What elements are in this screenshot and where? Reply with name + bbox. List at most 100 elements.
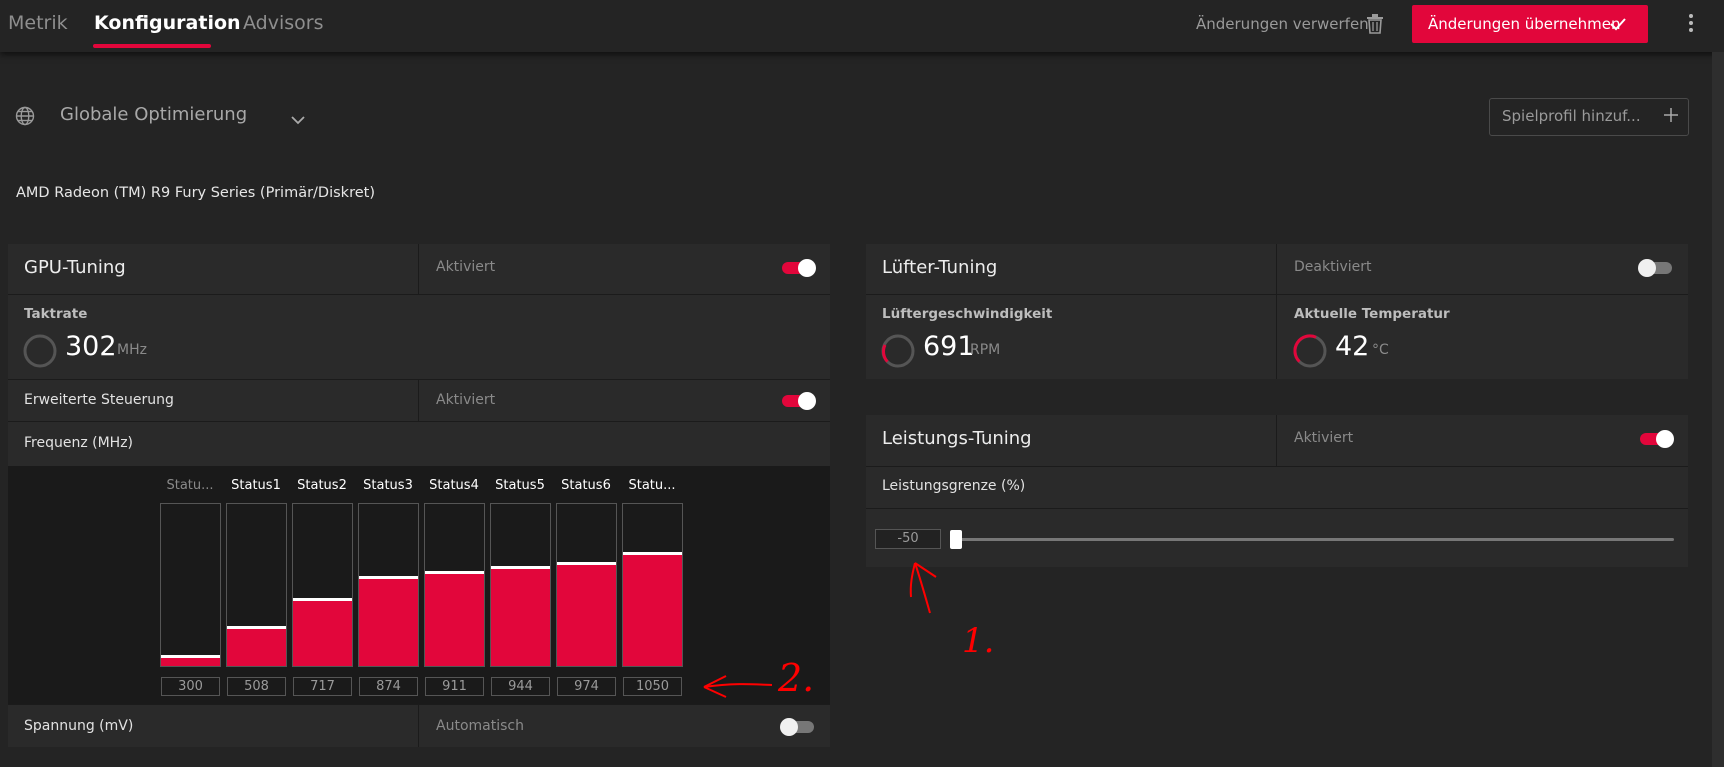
- frequency-value-input[interactable]: 1050: [623, 677, 682, 696]
- frequency-value-input[interactable]: 944: [491, 677, 550, 696]
- frequency-bar-fill: [293, 601, 352, 666]
- profile-select[interactable]: Globale Optimierung: [60, 104, 247, 125]
- frequency-bar[interactable]: [556, 503, 617, 667]
- fan-tuning-toggle[interactable]: [1638, 259, 1672, 277]
- gpu-device-name: AMD Radeon (TM) R9 Fury Series (Primär/D…: [16, 185, 375, 201]
- frequency-bar-fill: [161, 658, 220, 666]
- power-tuning-title: Leistungs-Tuning: [882, 428, 1032, 449]
- power-limit-label: Leistungsgrenze (%): [882, 478, 1026, 494]
- advanced-control-toggle[interactable]: [782, 392, 816, 410]
- state-label: Status6: [561, 478, 611, 493]
- apply-changes-button[interactable]: Änderungen übernehmen: [1412, 5, 1648, 43]
- frequency-bar-fill: [359, 579, 418, 666]
- frequency-bar[interactable]: [292, 503, 353, 667]
- advanced-control-label: Erweiterte Steuerung: [24, 392, 174, 408]
- power-tuning-toggle[interactable]: [1640, 430, 1674, 448]
- frequency-bar-handle[interactable]: [359, 576, 418, 579]
- temperature-unit: °C: [1372, 342, 1389, 358]
- power-limit-input[interactable]: -50: [875, 529, 941, 549]
- clock-rate-value: 302: [65, 331, 117, 362]
- fan-speed-unit: RPM: [970, 342, 1001, 358]
- voltage-label: Spannung (mV): [24, 718, 134, 734]
- frequency-label: Frequenz (MHz): [24, 435, 134, 451]
- check-icon: [1610, 17, 1626, 35]
- state-label: Statu...: [166, 478, 214, 493]
- state-label: Status2: [297, 478, 347, 493]
- frequency-value-input[interactable]: 974: [557, 677, 616, 696]
- tab-konfiguration[interactable]: Konfiguration: [94, 12, 241, 34]
- divider: [418, 244, 419, 294]
- advanced-control-status: Aktiviert: [436, 392, 496, 408]
- state-label: Status4: [429, 478, 479, 493]
- frequency-bar[interactable]: [490, 503, 551, 667]
- temperature-value: 42: [1335, 331, 1370, 362]
- voltage-status: Automatisch: [436, 718, 524, 734]
- fan-speed-label: Lüftergeschwindigkeit: [882, 306, 1053, 322]
- gpu-tuning-status: Aktiviert: [436, 259, 496, 275]
- frequency-bar-fill: [623, 555, 682, 666]
- frequency-bar[interactable]: [622, 503, 683, 667]
- annotation-arrow-2: [703, 683, 773, 688]
- toggle-knob: [1638, 259, 1656, 277]
- frequency-bar-fill: [557, 565, 616, 666]
- voltage-toggle[interactable]: [780, 718, 814, 736]
- globe-icon: [15, 106, 35, 126]
- tab-metrik[interactable]: Metrik: [8, 12, 68, 34]
- clock-rate-unit: MHz: [117, 342, 147, 358]
- frequency-value-input[interactable]: 300: [161, 677, 220, 696]
- fan-speed-gauge-icon: [880, 333, 916, 373]
- more-options-icon[interactable]: [1688, 14, 1694, 36]
- toggle-knob: [798, 259, 816, 277]
- frequency-bar-handle[interactable]: [623, 552, 682, 555]
- frequency-bar[interactable]: [160, 503, 221, 667]
- gpu-tuning-toggle[interactable]: [782, 259, 816, 277]
- apply-changes-label: Änderungen übernehmen: [1428, 15, 1621, 33]
- toggle-knob: [1656, 430, 1674, 448]
- chevron-down-icon[interactable]: [291, 110, 305, 129]
- trash-icon[interactable]: [1366, 14, 1384, 34]
- frequency-bar[interactable]: [424, 503, 485, 667]
- frequency-value-input[interactable]: 911: [425, 677, 484, 696]
- power-tuning-status: Aktiviert: [1294, 430, 1354, 446]
- frequency-bar[interactable]: [358, 503, 419, 667]
- discard-changes-button[interactable]: Änderungen verwerfen: [1196, 15, 1369, 33]
- frequency-bar-handle[interactable]: [161, 655, 220, 658]
- frequency-value-input[interactable]: 717: [293, 677, 352, 696]
- tab-advisors[interactable]: Advisors: [243, 12, 323, 34]
- plus-icon: [1664, 108, 1678, 126]
- annotation-label-1: 1.: [962, 621, 995, 661]
- divider: [866, 508, 1688, 509]
- frequency-bar-fill: [227, 629, 286, 666]
- divider: [866, 466, 1688, 467]
- divider: [8, 294, 830, 295]
- power-limit-slider-track[interactable]: [954, 538, 1674, 541]
- frequency-bar[interactable]: [226, 503, 287, 667]
- toggle-knob: [798, 392, 816, 410]
- frequency-bar-fill: [491, 569, 550, 666]
- annotation-overlay: [703, 562, 937, 698]
- fan-tuning-title: Lüfter-Tuning: [882, 257, 998, 278]
- state-label: Status5: [495, 478, 545, 493]
- divider: [1276, 415, 1277, 466]
- toggle-knob: [780, 718, 798, 736]
- frequency-bar-handle[interactable]: [227, 626, 286, 629]
- add-game-profile-button[interactable]: Spielprofil hinzuf...: [1489, 98, 1689, 136]
- frequency-bar-handle[interactable]: [293, 598, 352, 601]
- divider: [418, 704, 419, 747]
- state-label: Status3: [363, 478, 413, 493]
- divider: [8, 421, 830, 422]
- divider: [418, 379, 419, 421]
- frequency-value-input[interactable]: 508: [227, 677, 286, 696]
- temperature-gauge-icon: [1292, 333, 1328, 373]
- frequency-bar-fill: [425, 574, 484, 666]
- add-game-profile-label: Spielprofil hinzuf...: [1502, 107, 1641, 125]
- power-limit-slider-thumb[interactable]: [950, 530, 962, 549]
- clock-rate-label: Taktrate: [24, 306, 88, 322]
- clock-gauge-icon: [22, 333, 58, 373]
- frequency-bar-handle[interactable]: [425, 571, 484, 574]
- frequency-bar-handle[interactable]: [491, 566, 550, 569]
- scrollbar[interactable]: [1712, 52, 1724, 767]
- frequency-bar-handle[interactable]: [557, 562, 616, 565]
- state-label: Status1: [231, 478, 281, 493]
- frequency-value-input[interactable]: 874: [359, 677, 418, 696]
